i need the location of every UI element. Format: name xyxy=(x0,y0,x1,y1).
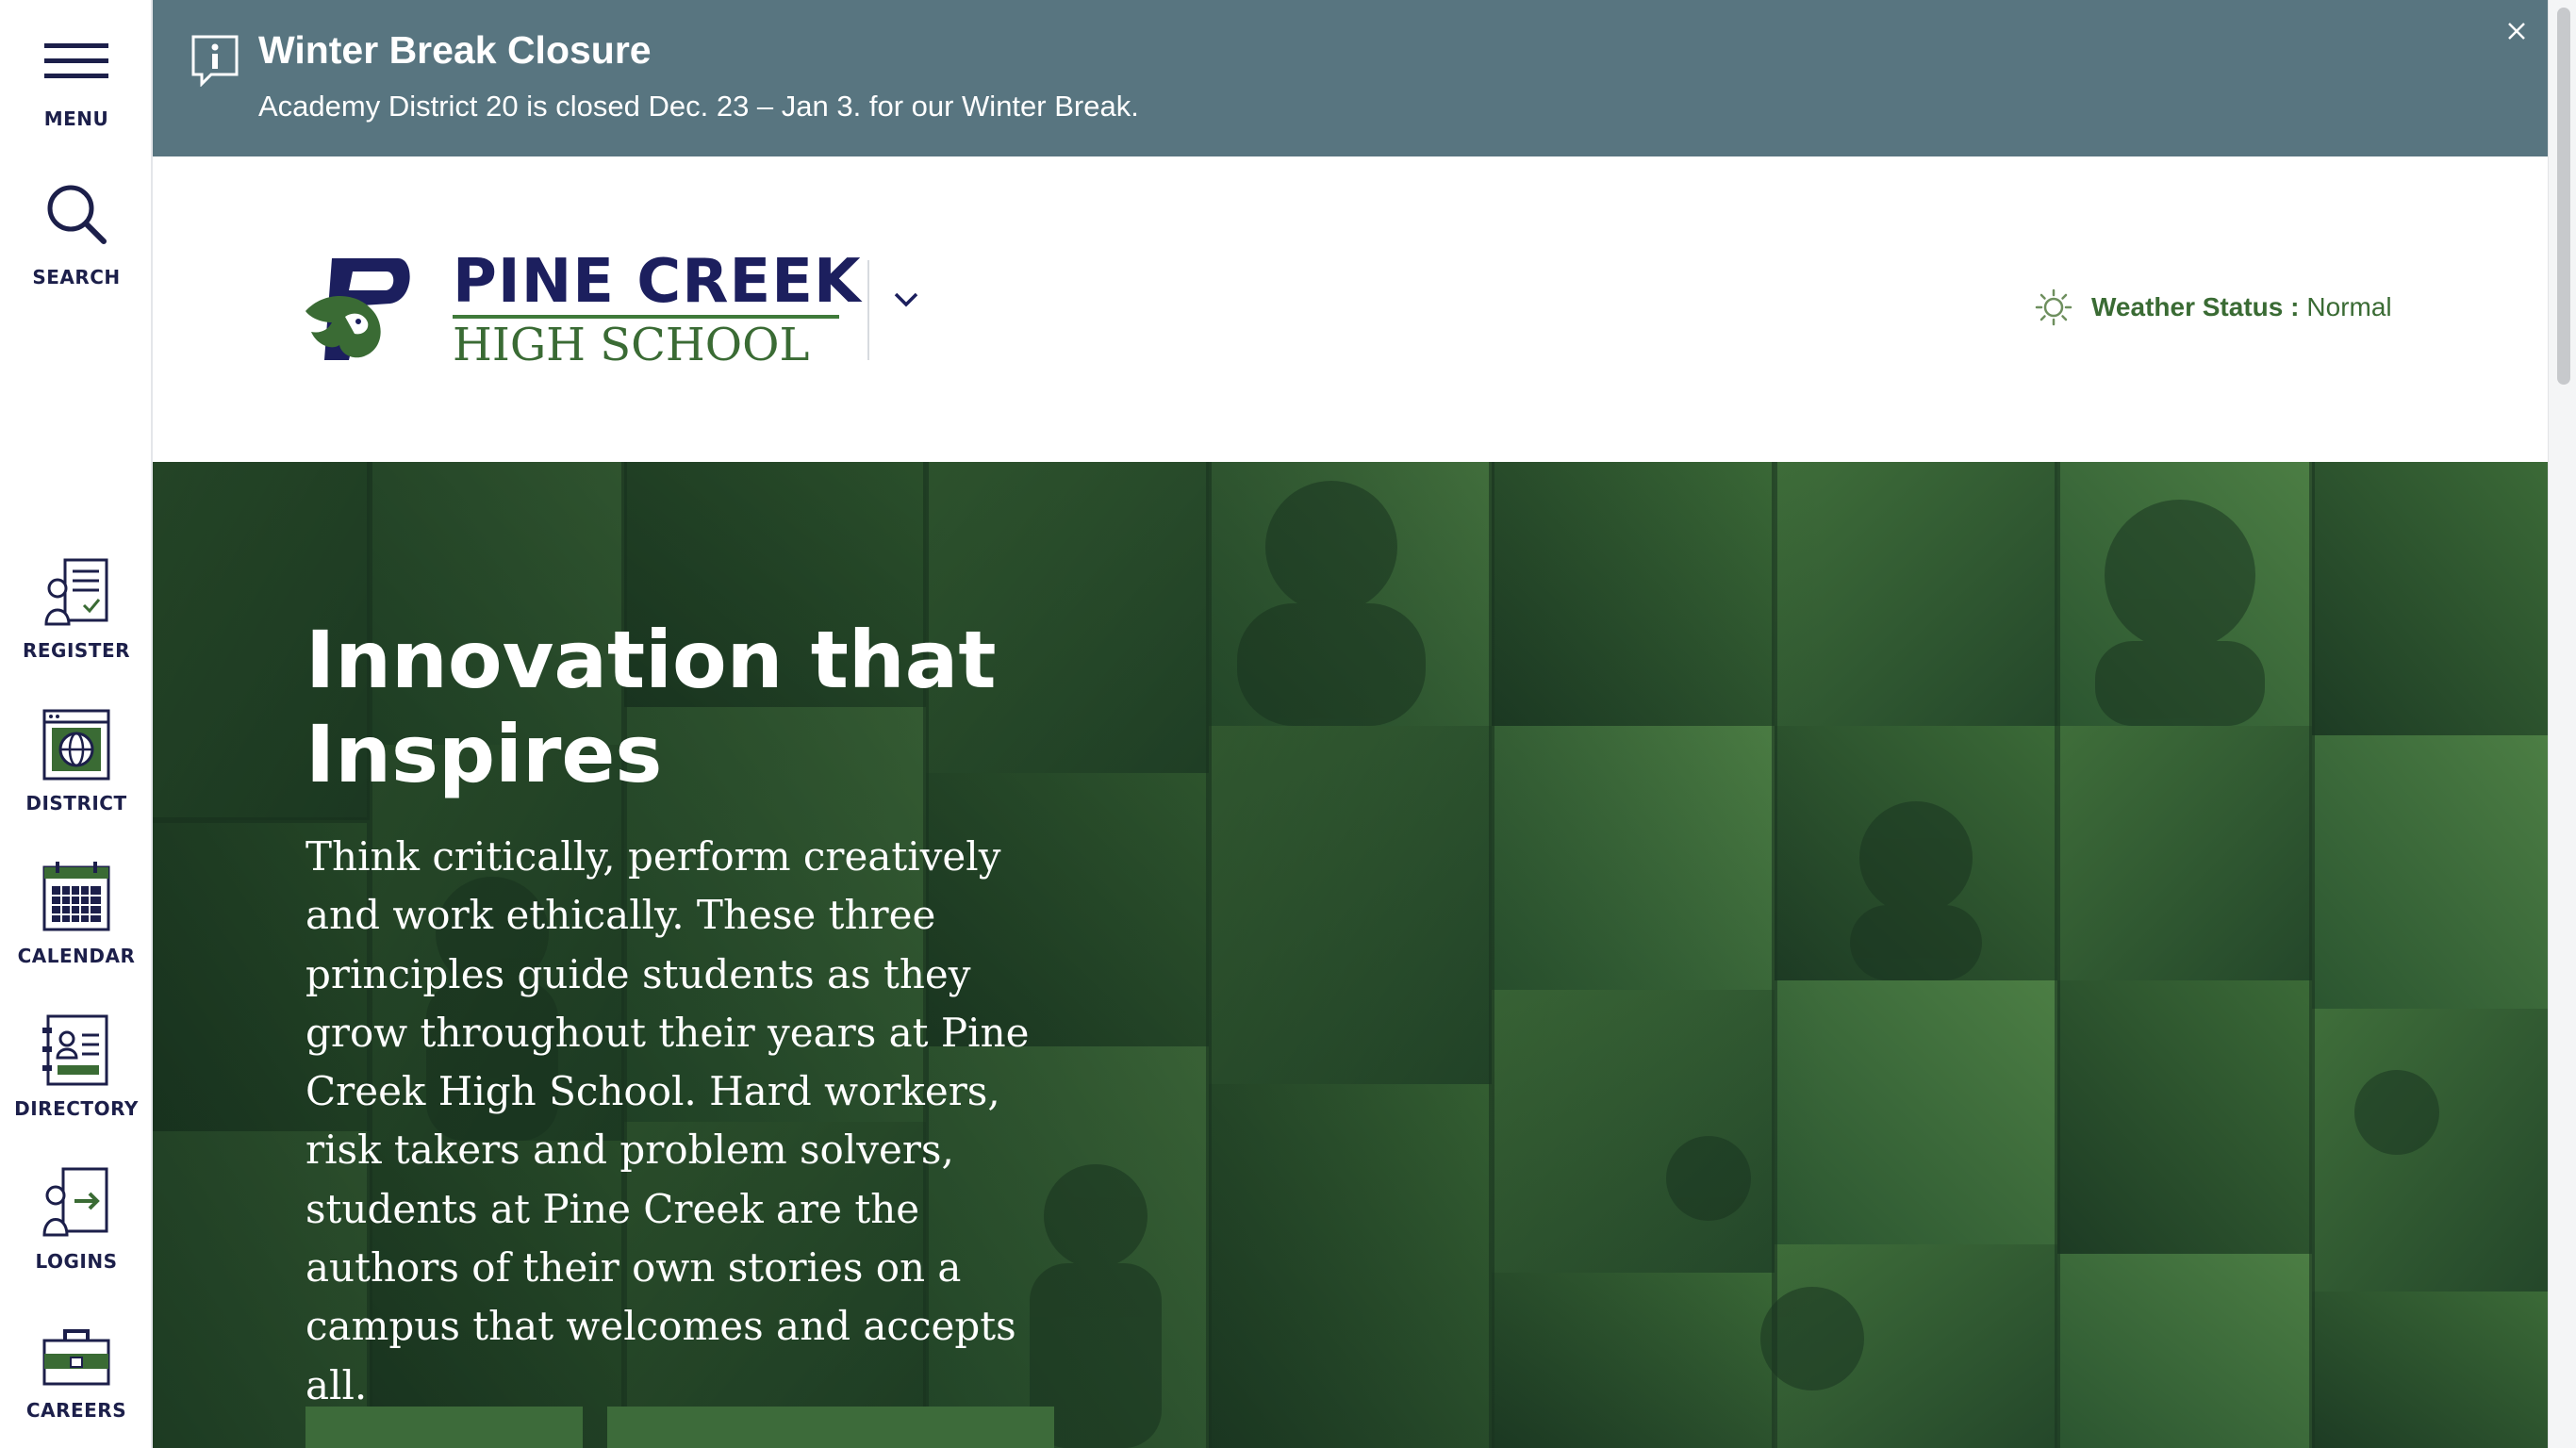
logins-icon xyxy=(42,1167,108,1237)
site-header: PINE CREEK HIGH SCHOOL Weather Status : … xyxy=(153,156,2548,462)
eagle-logo[interactable] xyxy=(304,251,415,368)
menu-label: MENU xyxy=(43,107,109,130)
alert-message: Academy District 20 is closed Dec. 23 – … xyxy=(258,90,1139,123)
sun-icon xyxy=(2035,288,2072,326)
page-scrollbar[interactable] xyxy=(2548,0,2576,1448)
quick-link-careers[interactable]: CAREERS xyxy=(0,1329,153,1422)
hero-heading: Innovation that Inspires xyxy=(305,614,997,800)
directory-icon xyxy=(42,1014,108,1086)
quick-link-register[interactable]: REGISTER xyxy=(0,556,153,662)
utility-rail: MENU SEARCH REGISTER DISTRICT CALENDAR D… xyxy=(0,0,153,1448)
careers-label: CAREERS xyxy=(25,1399,127,1422)
hero-description: Think critically, perform creatively and… xyxy=(305,833,1030,1408)
careers-icon xyxy=(42,1329,110,1386)
weather-label: Weather Status : xyxy=(2091,292,2300,321)
menu-button[interactable]: MENU xyxy=(0,41,153,130)
quick-link-directory[interactable]: DIRECTORY xyxy=(0,1014,153,1120)
calendar-icon xyxy=(42,862,110,931)
calendar-label: CALENDAR xyxy=(17,945,136,967)
quick-link-district[interactable]: DISTRICT xyxy=(0,709,153,814)
search-icon xyxy=(47,185,107,244)
chevron-down-icon[interactable] xyxy=(892,290,920,309)
alert-title: Winter Break Closure xyxy=(258,28,652,72)
quick-link-calendar[interactable]: CALENDAR xyxy=(0,862,153,967)
hamburger-icon xyxy=(44,43,108,78)
school-type: HIGH SCHOOL xyxy=(453,319,810,371)
search-button[interactable]: SEARCH xyxy=(0,183,153,288)
weather-status[interactable]: Weather Status : Normal xyxy=(2035,288,2392,326)
school-name: PINE CREEK xyxy=(453,247,862,317)
search-label: SEARCH xyxy=(32,266,121,288)
district-label: DISTRICT xyxy=(25,792,127,814)
weather-value: Normal xyxy=(2306,292,2392,321)
hero-primary-button[interactable] xyxy=(305,1407,583,1448)
register-label: REGISTER xyxy=(22,639,131,662)
info-icon xyxy=(191,35,239,87)
hero-banner: Innovation that Inspires Think criticall… xyxy=(153,462,2548,1448)
closure-alert-banner: Winter Break Closure Academy District 20… xyxy=(153,0,2548,156)
directory-label: DIRECTORY xyxy=(14,1097,139,1120)
district-icon xyxy=(42,709,110,781)
quick-link-logins[interactable]: LOGINS xyxy=(0,1167,153,1273)
scrollbar-thumb[interactable] xyxy=(2557,8,2570,385)
register-icon xyxy=(44,558,108,626)
logins-label: LOGINS xyxy=(35,1250,118,1273)
hero-secondary-button[interactable] xyxy=(607,1407,1054,1448)
header-divider xyxy=(867,260,869,360)
close-icon[interactable] xyxy=(2502,17,2531,45)
